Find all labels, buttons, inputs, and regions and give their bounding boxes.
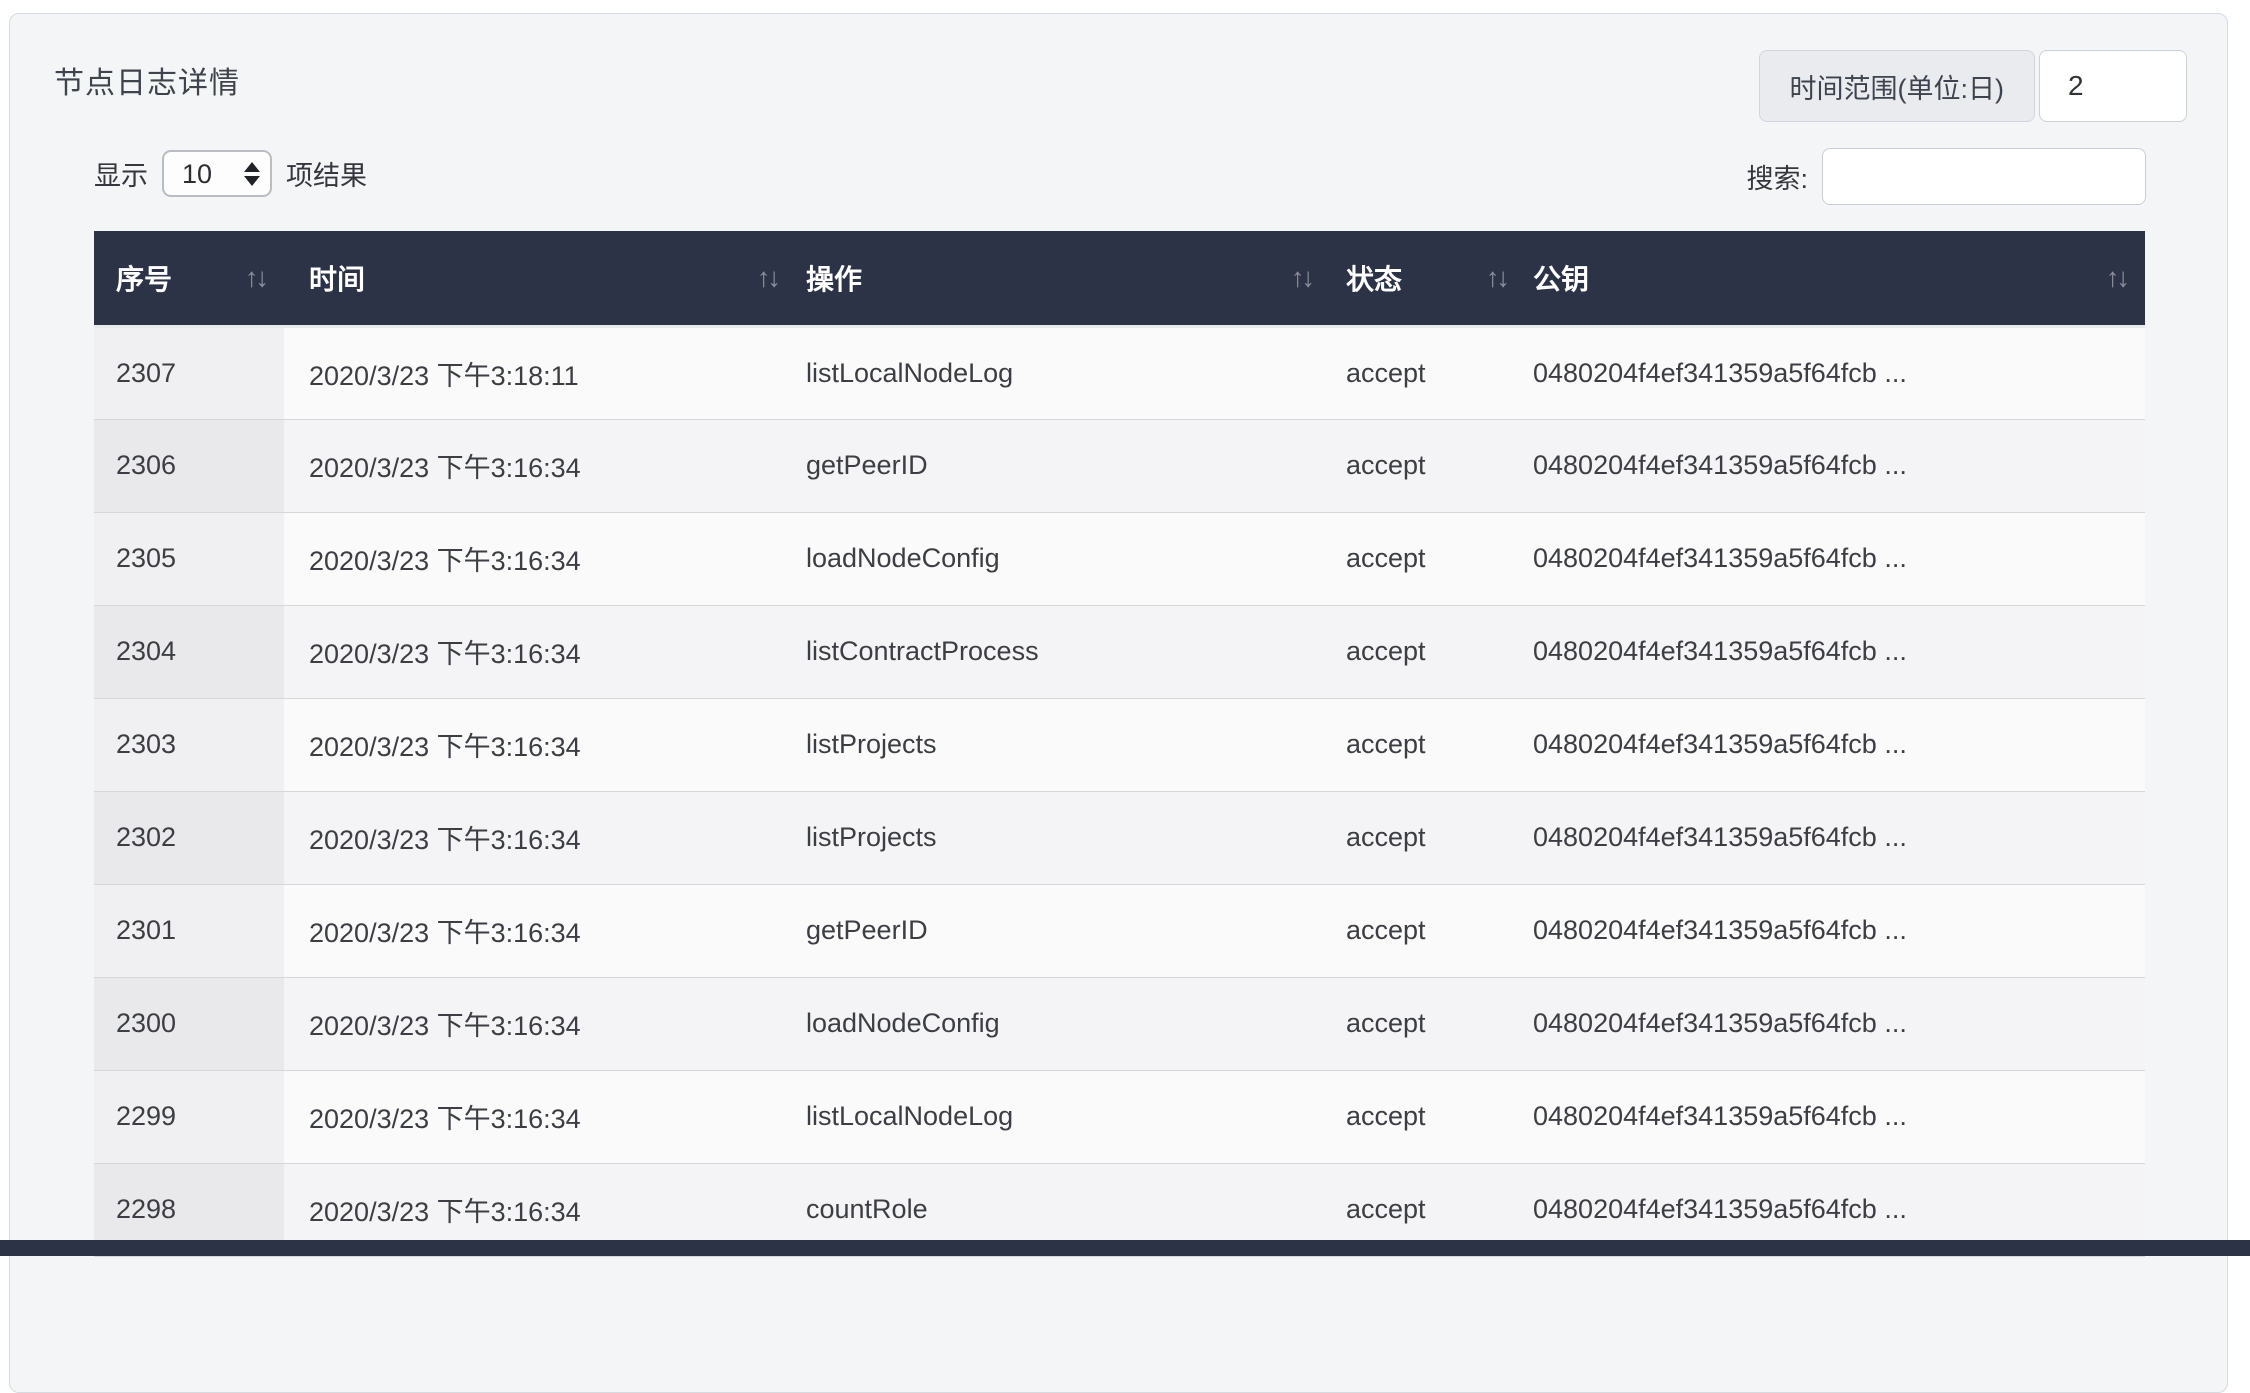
cell-seq: 2304 — [94, 605, 284, 698]
cell-status: accept — [1330, 791, 1525, 884]
column-header-pubkey[interactable]: 公钥 ↑↓ — [1525, 231, 2145, 326]
cell-time: 2020/3/23 下午3:16:34 — [284, 977, 796, 1070]
cell-pubkey: 0480204f4ef341359a5f64fcb ... — [1525, 326, 2145, 419]
bottom-bar — [0, 1240, 2250, 1256]
column-header-op[interactable]: 操作 ↑↓ — [796, 231, 1330, 326]
column-header-seq[interactable]: 序号 ↑↓ — [94, 231, 284, 326]
column-header-status[interactable]: 状态 ↑↓ — [1330, 231, 1525, 326]
cell-seq: 2301 — [94, 884, 284, 977]
cell-time: 2020/3/23 下午3:16:34 — [284, 698, 796, 791]
page-length-control: 显示 10 项结果 — [94, 150, 367, 197]
cell-op: listLocalNodeLog — [796, 326, 1330, 419]
cell-time: 2020/3/23 下午3:16:34 — [284, 884, 796, 977]
node-log-table: 序号↑↓时间↑↓操作↑↓状态↑↓公钥↑↓ 23072020/3/23 下午3:1… — [94, 231, 2145, 1257]
table-row: 23052020/3/23 下午3:16:34loadNodeConfigacc… — [94, 512, 2145, 605]
table-row: 23042020/3/23 下午3:16:34listContractProce… — [94, 605, 2145, 698]
page-length-select[interactable]: 10 — [162, 150, 272, 197]
cell-seq: 2303 — [94, 698, 284, 791]
cell-status: accept — [1330, 326, 1525, 419]
cell-seq: 2299 — [94, 1070, 284, 1163]
show-label: 显示 — [94, 154, 148, 193]
table-row: 23072020/3/23 下午3:18:11listLocalNodeLoga… — [94, 326, 2145, 419]
cell-op: getPeerID — [796, 419, 1330, 512]
cell-pubkey: 0480204f4ef341359a5f64fcb ... — [1525, 884, 2145, 977]
time-range-control: 时间范围(单位:日) — [1759, 50, 2187, 122]
column-label: 公钥 — [1533, 264, 1589, 295]
cell-time: 2020/3/23 下午3:18:11 — [284, 326, 796, 419]
table-controls-row: 显示 10 项结果 搜索: — [94, 146, 2146, 205]
cell-op: listContractProcess — [796, 605, 1330, 698]
table-row: 23062020/3/23 下午3:16:34getPeerIDaccept04… — [94, 419, 2145, 512]
cell-time: 2020/3/23 下午3:16:34 — [284, 1070, 796, 1163]
sort-icon: ↑↓ — [757, 262, 778, 293]
sort-icon: ↑↓ — [1291, 262, 1312, 293]
cell-pubkey: 0480204f4ef341359a5f64fcb ... — [1525, 791, 2145, 884]
cell-seq: 2300 — [94, 977, 284, 1070]
table-row: 23002020/3/23 下午3:16:34loadNodeConfigacc… — [94, 977, 2145, 1070]
cell-time: 2020/3/23 下午3:16:34 — [284, 419, 796, 512]
log-table-header-row: 序号 ↑↓ 时间 ↑↓ 操作 ↑↓ 状态 ↑↓ 公钥 ↑↓ — [94, 231, 2145, 326]
time-range-input[interactable] — [2039, 50, 2187, 122]
cell-op: listProjects — [796, 791, 1330, 884]
page-title: 节点日志详情 — [54, 58, 240, 102]
log-table-body: 23072020/3/23 下午3:18:11listLocalNodeLoga… — [94, 326, 2145, 1256]
cell-op: loadNodeConfig — [796, 977, 1330, 1070]
sort-icon: ↑↓ — [245, 262, 266, 293]
cell-seq: 2305 — [94, 512, 284, 605]
time-range-label: 时间范围(单位:日) — [1759, 50, 2035, 122]
cell-status: accept — [1330, 884, 1525, 977]
cell-op: listProjects — [796, 698, 1330, 791]
cell-op: listLocalNodeLog — [796, 1070, 1330, 1163]
table-row: 23012020/3/23 下午3:16:34getPeerIDaccept04… — [94, 884, 2145, 977]
cell-status: accept — [1330, 1070, 1525, 1163]
search-input[interactable] — [1822, 148, 2146, 205]
cell-pubkey: 0480204f4ef341359a5f64fcb ... — [1525, 605, 2145, 698]
cell-time: 2020/3/23 下午3:16:34 — [284, 791, 796, 884]
cell-op: getPeerID — [796, 884, 1330, 977]
cell-pubkey: 0480204f4ef341359a5f64fcb ... — [1525, 1070, 2145, 1163]
cell-op: loadNodeConfig — [796, 512, 1330, 605]
cell-seq: 2302 — [94, 791, 284, 884]
search-label: 搜索: — [1746, 157, 1808, 196]
cell-status: accept — [1330, 512, 1525, 605]
table-row: 23022020/3/23 下午3:16:34listProjectsaccep… — [94, 791, 2145, 884]
cell-pubkey: 0480204f4ef341359a5f64fcb ... — [1525, 512, 2145, 605]
cell-time: 2020/3/23 下午3:16:34 — [284, 605, 796, 698]
cell-seq: 2306 — [94, 419, 284, 512]
cell-status: accept — [1330, 977, 1525, 1070]
column-label: 时间 — [309, 264, 365, 295]
card-top-row: 节点日志详情 时间范围(单位:日) — [10, 14, 2227, 122]
column-label: 状态 — [1346, 264, 1402, 295]
column-header-time[interactable]: 时间 ↑↓ — [284, 231, 796, 326]
cell-time: 2020/3/23 下午3:16:34 — [284, 512, 796, 605]
search-control: 搜索: — [1746, 148, 2146, 205]
cell-status: accept — [1330, 698, 1525, 791]
cell-status: accept — [1330, 605, 1525, 698]
cell-pubkey: 0480204f4ef341359a5f64fcb ... — [1525, 977, 2145, 1070]
cell-seq: 2307 — [94, 326, 284, 419]
column-label: 操作 — [806, 264, 862, 295]
column-label: 序号 — [116, 264, 172, 295]
page-length-select-wrap: 10 — [162, 150, 272, 197]
sort-icon: ↑↓ — [2106, 262, 2127, 293]
cell-status: accept — [1330, 419, 1525, 512]
node-log-card: 节点日志详情 时间范围(单位:日) 显示 10 项结果 搜索: 序号 ↑↓ — [9, 13, 2228, 1393]
table-row: 22992020/3/23 下午3:16:34listLocalNodeLoga… — [94, 1070, 2145, 1163]
cell-pubkey: 0480204f4ef341359a5f64fcb ... — [1525, 419, 2145, 512]
sort-icon: ↑↓ — [1486, 262, 1507, 293]
table-row: 23032020/3/23 下午3:16:34listProjectsaccep… — [94, 698, 2145, 791]
entries-label: 项结果 — [286, 154, 367, 193]
cell-pubkey: 0480204f4ef341359a5f64fcb ... — [1525, 698, 2145, 791]
